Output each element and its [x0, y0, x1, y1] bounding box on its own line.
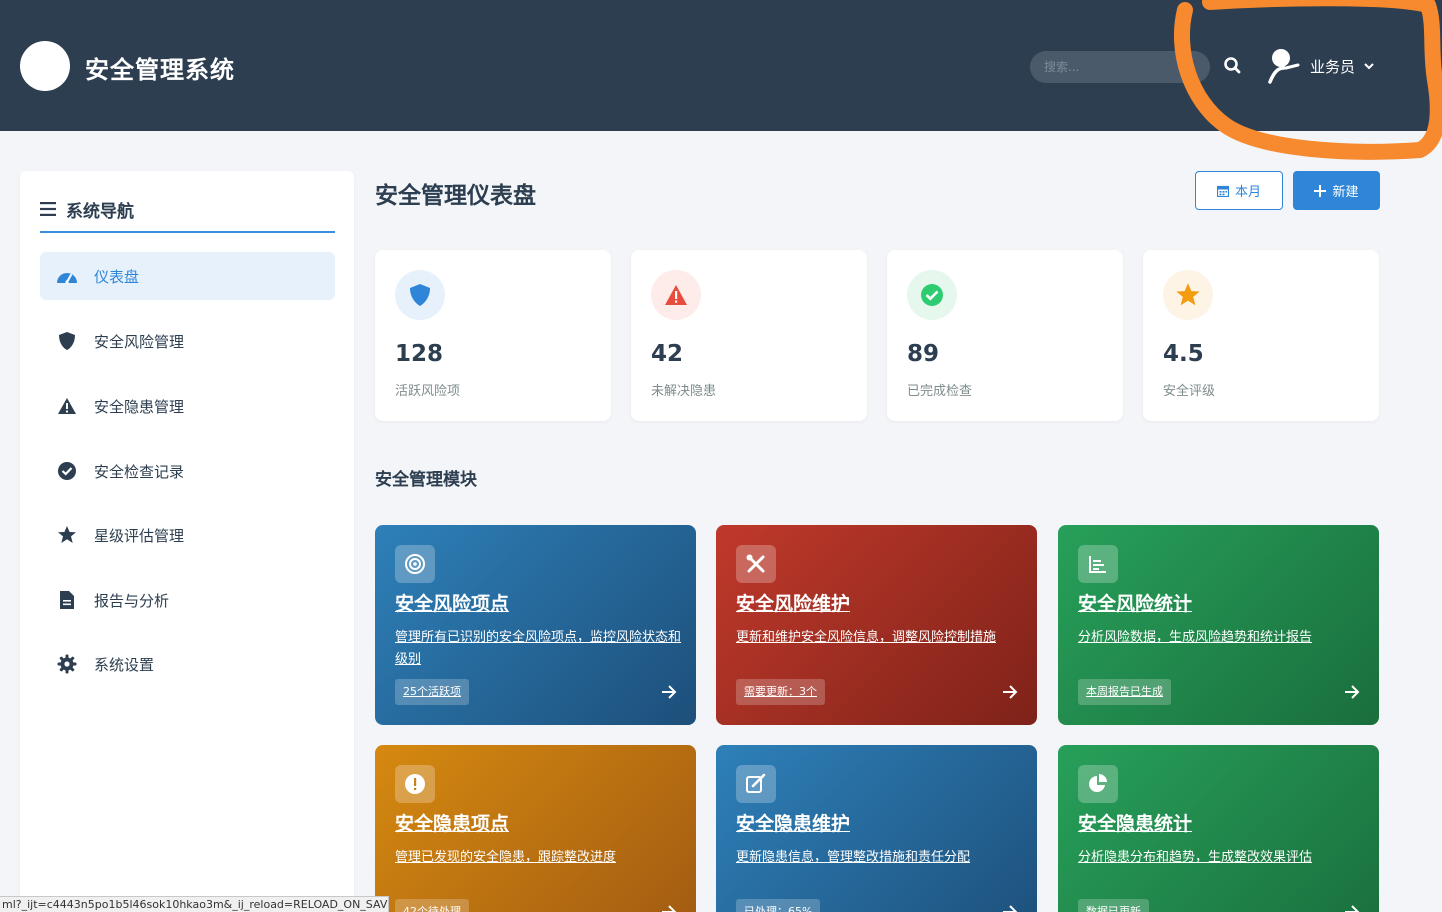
warning-triangle-icon	[56, 395, 78, 417]
sidebar-item-dashboard[interactable]: 仪表盘	[40, 252, 335, 300]
tools-icon	[736, 545, 776, 583]
module-badge: 25个活跃项	[395, 679, 469, 705]
stat-value: 89	[907, 341, 940, 367]
stat-label: 活跃风险项	[395, 384, 461, 399]
pie-chart-icon	[1078, 765, 1118, 803]
arrow-right-icon	[1003, 905, 1018, 912]
annotation-scribble	[1174, 0, 1442, 160]
sidebar-item-label: 系统设置	[94, 655, 155, 674]
module-badge: 已处理：65%	[736, 899, 821, 912]
gauge-icon	[56, 265, 78, 287]
sidebar-item-label: 星级评估管理	[94, 526, 185, 545]
search-button[interactable]	[1222, 55, 1244, 77]
shield-icon	[395, 270, 445, 320]
shield-icon	[56, 330, 78, 352]
module-card-risk-maintenance[interactable]: 安全风险维护 更新和维护安全风险信息，调整风险控制措施 需要更新：3个	[716, 525, 1037, 725]
sidebar-item-reports[interactable]: 报告与分析	[40, 576, 335, 624]
user-name: 业务员	[1310, 57, 1356, 76]
browser-status-url: ml?_ijt=c4443n5po1b5l46sok10hkao3m&_ij_r…	[0, 896, 389, 912]
arrow-right-icon	[1345, 685, 1360, 699]
arrow-right-icon	[662, 685, 677, 699]
sidebar-item-label: 安全风险管理	[94, 332, 185, 351]
sidebar-item-label: 报告与分析	[94, 591, 170, 610]
page-title: 安全管理仪表盘	[375, 183, 536, 209]
stat-card-open-hazards: 42 未解决隐患	[631, 250, 867, 421]
module-title: 安全隐患项点	[395, 813, 510, 835]
stat-card-active-risks: 128 活跃风险项	[375, 250, 611, 421]
sidebar-item-rating[interactable]: 星级评估管理	[40, 511, 335, 559]
chevron-down-icon	[1364, 63, 1374, 70]
sidebar: 系统导航 仪表盘 安全风险管理 安全隐患管理 安全检查记录 星级评估管理 报告与…	[20, 171, 354, 912]
logo	[20, 41, 70, 91]
calendar-icon	[1216, 185, 1229, 197]
top-header: 安全管理系统 业务员	[0, 0, 1442, 160]
module-badge: 本周报告已生成	[1078, 679, 1171, 705]
stat-label: 未解决隐患	[651, 384, 717, 399]
user-icon	[1268, 49, 1300, 84]
arrow-right-icon	[1345, 905, 1360, 912]
target-icon	[395, 545, 435, 583]
module-desc: 分析隐患分布和趋势，生成整改效果评估	[1078, 850, 1313, 865]
month-filter-button[interactable]: 本月	[1195, 171, 1283, 210]
module-badge: 需要更新：3个	[736, 679, 825, 705]
module-card-hazard-statistics[interactable]: 安全隐患统计 分析隐患分布和趋势，生成整改效果评估 数据已更新	[1058, 745, 1379, 912]
module-card-risk-statistics[interactable]: 安全风险统计 分析风险数据，生成风险趋势和统计报告 本周报告已生成	[1058, 525, 1379, 725]
sidebar-item-label: 安全隐患管理	[94, 397, 185, 416]
sidebar-header: 系统导航	[40, 193, 335, 233]
stat-value: 42	[651, 341, 684, 367]
new-button-label: 新建	[1332, 185, 1359, 200]
sidebar-item-label: 仪表盘	[94, 267, 140, 286]
module-title: 安全隐患维护	[736, 813, 851, 835]
check-circle-icon	[56, 460, 78, 482]
module-title: 安全隐患统计	[1078, 813, 1193, 835]
module-title: 安全风险统计	[1078, 593, 1193, 615]
sidebar-title: 系统导航	[66, 201, 134, 222]
module-badge: 42个待处理	[395, 899, 469, 912]
search-input[interactable]	[1030, 51, 1210, 83]
star-icon	[56, 524, 78, 546]
stat-value: 128	[395, 341, 444, 367]
module-card-risk-items[interactable]: 安全风险项点 管理所有已识别的安全风险项点，监控风险状态和级别 25个活跃项	[375, 525, 696, 725]
module-desc: 更新和维护安全风险信息，调整风险控制措施	[736, 630, 997, 645]
sidebar-item-hazard[interactable]: 安全隐患管理	[40, 382, 335, 430]
module-title: 安全风险维护	[736, 593, 851, 615]
module-card-hazard-items[interactable]: 安全隐患项点 管理已发现的安全隐患，跟踪整改进度 42个待处理	[375, 745, 696, 912]
module-desc: 更新隐患信息，管理整改措施和责任分配	[736, 850, 971, 865]
module-card-hazard-maintenance[interactable]: 安全隐患维护 更新隐患信息，管理整改措施和责任分配 已处理：65%	[716, 745, 1037, 912]
sidebar-item-settings[interactable]: 系统设置	[40, 640, 335, 688]
menu-icon	[40, 202, 56, 216]
star-icon	[1163, 270, 1213, 320]
user-menu[interactable]: 业务员	[1264, 46, 1375, 86]
sidebar-item-label: 安全检查记录	[94, 462, 185, 481]
arrow-right-icon	[662, 905, 677, 912]
stat-card-safety-rating: 4.5 安全评级	[1143, 250, 1379, 421]
stat-value: 4.5	[1163, 341, 1204, 367]
arrow-right-icon	[1003, 685, 1018, 699]
edit-icon	[736, 765, 776, 803]
module-title: 安全风险项点	[395, 593, 510, 615]
month-filter-label: 本月	[1234, 185, 1261, 200]
new-button[interactable]: 新建	[1293, 171, 1380, 210]
search-icon	[1224, 57, 1241, 74]
module-desc: 分析风险数据，生成风险趋势和统计报告	[1078, 630, 1313, 645]
warning-triangle-icon	[651, 270, 701, 320]
module-desc: 管理已发现的安全隐患，跟踪整改进度	[395, 850, 617, 865]
app-title: 安全管理系统	[85, 56, 235, 84]
stat-label: 安全评级	[1163, 384, 1216, 399]
module-badge: 数据已更新	[1078, 899, 1149, 912]
stat-card-completed-inspections: 89 已完成检查	[887, 250, 1123, 421]
plus-icon	[1314, 184, 1327, 197]
stat-label: 已完成检查	[907, 384, 973, 399]
bar-chart-icon	[1078, 545, 1118, 583]
section-title: 安全管理模块	[375, 470, 477, 490]
sidebar-item-risk[interactable]: 安全风险管理	[40, 317, 335, 365]
check-circle-icon	[907, 270, 957, 320]
document-icon	[56, 589, 78, 611]
gear-icon	[56, 653, 78, 675]
sidebar-item-inspection[interactable]: 安全检查记录	[40, 447, 335, 495]
exclamation-circle-icon	[395, 765, 435, 803]
module-desc: 管理所有已识别的安全风险项点，监控风险状态和级别	[395, 630, 682, 667]
